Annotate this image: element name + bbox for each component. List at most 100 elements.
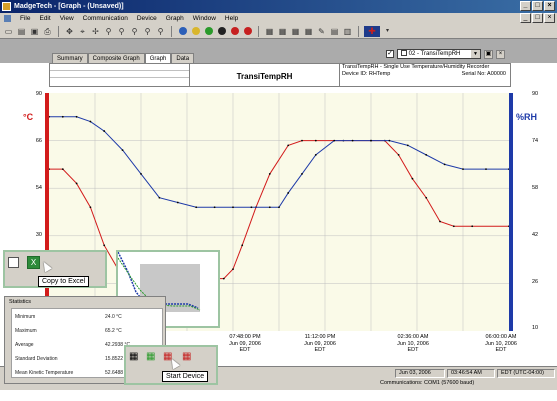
menu-bar: File Edit View Communication Device Grap…	[0, 13, 557, 24]
close-button[interactable]: ×	[544, 1, 555, 11]
data-point	[301, 173, 303, 175]
data-point	[89, 206, 92, 209]
data-point	[388, 139, 391, 142]
data-point	[232, 268, 234, 271]
grid-icon[interactable]: ▦	[264, 26, 275, 37]
data-point	[232, 206, 234, 209]
toolbar-separator	[171, 25, 172, 37]
crosshair-icon[interactable]: ⌖	[77, 26, 88, 37]
zoom-y-icon[interactable]: ⚲	[155, 26, 166, 37]
maximize-button[interactable]: □	[532, 1, 543, 11]
menu-window[interactable]: Window	[193, 15, 216, 22]
menu-file[interactable]: File	[20, 15, 30, 22]
cancel-icon[interactable]	[242, 26, 253, 37]
child-close-button[interactable]: ×	[544, 13, 555, 23]
menu-graph[interactable]: Graph	[166, 15, 184, 22]
copy-to-excel-tooltip: Copy to Excel	[38, 276, 90, 287]
data-point	[61, 115, 64, 118]
device-start-icon[interactable]: ▦	[146, 351, 155, 362]
start-device-tooltip: Start Device	[162, 371, 209, 382]
device-id: Device ID: RHTemp	[342, 71, 391, 77]
report-icon[interactable]: ▤	[329, 26, 340, 37]
stat-row: Maximum 65.2 °C	[15, 328, 161, 334]
read-icon[interactable]	[216, 26, 227, 37]
chevron-down-icon: ▼	[471, 50, 480, 58]
data-point	[425, 196, 428, 199]
device-cancel-icon[interactable]: ▦	[182, 351, 191, 362]
toolbar-separator	[58, 25, 59, 37]
stop-icon[interactable]	[229, 26, 240, 37]
start-icon[interactable]	[203, 26, 214, 37]
child-restore-button[interactable]: □	[532, 13, 543, 23]
tab-data[interactable]: Data	[171, 53, 195, 63]
remove-channel-button[interactable]: ×	[496, 49, 505, 59]
tab-summary[interactable]: Summary	[52, 53, 88, 63]
table-icon[interactable]: ▦	[277, 26, 288, 37]
data-point	[48, 168, 50, 171]
data-point	[508, 168, 510, 171]
menu-device[interactable]: Device	[137, 15, 157, 22]
data-point	[241, 244, 244, 247]
print-icon[interactable]: ⎙	[42, 26, 53, 37]
window-title: MadgeTech - [Graph - (Unsaved)]	[14, 3, 124, 10]
device-icon[interactable]	[190, 26, 201, 37]
pan-icon[interactable]: ✥	[64, 26, 75, 37]
data-point	[268, 206, 271, 209]
statistics-title: Statistics	[9, 299, 32, 305]
menu-communication[interactable]: Communication	[83, 15, 128, 22]
device-read-icon[interactable]: ▦	[129, 351, 138, 362]
excel-icon[interactable]: X	[27, 256, 40, 269]
data-point	[48, 115, 50, 118]
table-icon[interactable]	[8, 257, 19, 268]
export-icon[interactable]: ▥	[342, 26, 353, 37]
x-tick-tz: EDT	[314, 347, 326, 353]
save-icon[interactable]: ▣	[29, 26, 40, 37]
tab-graph[interactable]: Graph	[144, 53, 172, 63]
open-icon[interactable]: ▤	[16, 26, 27, 37]
child-minimize-button[interactable]: _	[520, 13, 531, 23]
data-point	[61, 168, 64, 171]
minimize-button[interactable]: _	[520, 1, 531, 11]
data-point	[397, 153, 400, 156]
zoom-icon[interactable]: ⚲	[103, 26, 114, 37]
menu-view[interactable]: View	[60, 15, 74, 22]
stat-key: Average	[15, 342, 34, 348]
help-icon[interactable]	[177, 26, 188, 37]
channel-selector: ✓ 02 - TransiTempRH ▼ ▣ ×	[386, 49, 505, 59]
left-tick: 90	[35, 91, 42, 97]
device-info: TransiTempRH - Single Use Temperature/Hu…	[340, 64, 510, 86]
header-blank	[50, 64, 190, 86]
data-point	[250, 206, 253, 209]
app-icon	[2, 2, 11, 11]
data-point	[411, 177, 414, 180]
data-point	[314, 153, 317, 156]
menu-edit[interactable]: Edit	[39, 15, 50, 22]
stats-icon[interactable]: ▦	[303, 26, 314, 37]
x-tick-2: 02:36:00 AM Jun 10, 2006 EDT	[383, 334, 443, 354]
data-point	[176, 201, 179, 204]
chevron-down-icon[interactable]: ▾	[382, 26, 393, 37]
zoom-x-icon[interactable]: ⚲	[142, 26, 153, 37]
data-point	[333, 139, 336, 142]
add-channel-button[interactable]: ▣	[484, 49, 493, 59]
menu-help[interactable]: Help	[225, 15, 238, 22]
flag-uk-icon[interactable]: ✚	[364, 25, 380, 37]
zoom-out-icon[interactable]: ⚲	[129, 26, 140, 37]
data-point	[443, 163, 446, 166]
data-point	[351, 139, 354, 142]
right-tick: 74	[532, 138, 539, 144]
data-point	[268, 173, 271, 175]
annotate-icon[interactable]: ✎	[316, 26, 327, 37]
status-timezone: EDT (UTC-04:00)	[497, 369, 555, 378]
chart-icon[interactable]: ▦	[290, 26, 301, 37]
new-icon[interactable]: ▭	[3, 26, 14, 37]
data-point	[140, 173, 142, 175]
window-titlebar: MadgeTech - [Graph - (Unsaved)] _ □ ×	[0, 0, 557, 13]
tab-composite-graph[interactable]: Composite Graph	[87, 53, 145, 63]
move-icon[interactable]: ✢	[90, 26, 101, 37]
data-point	[278, 206, 280, 209]
channel-visible-checkbox[interactable]: ✓	[386, 50, 394, 58]
zoom-in-icon[interactable]: ⚲	[116, 26, 127, 37]
data-point	[406, 144, 409, 147]
channel-dropdown[interactable]: 02 - TransiTempRH ▼	[397, 49, 481, 59]
